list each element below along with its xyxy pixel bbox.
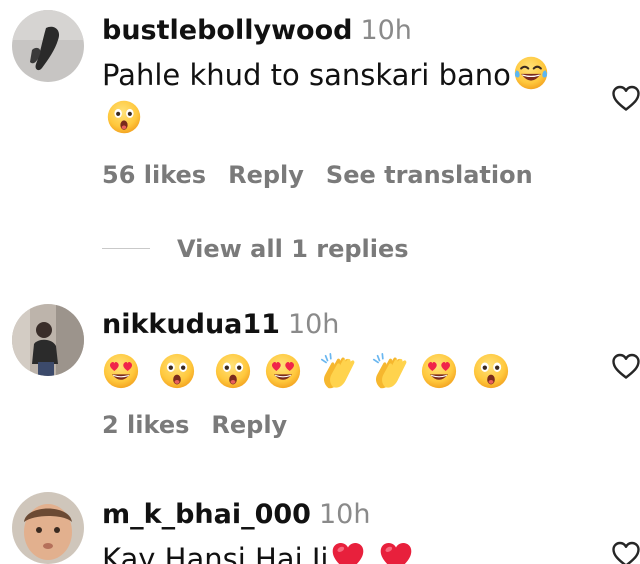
- comment-actions: 2 likes Reply: [102, 410, 309, 440]
- comment-header: nikkudua11 10h: [102, 308, 339, 342]
- comment-header: bustlebollywood 10h: [102, 14, 412, 48]
- shocked-face-emoji: [214, 352, 252, 390]
- comment-text: Pahle khud to sanskari bano: [102, 54, 549, 96]
- heart-eyes-emoji: [420, 352, 458, 390]
- timestamp: 10h: [318, 499, 371, 530]
- view-replies-button[interactable]: View all 1 replies: [177, 232, 409, 266]
- heart-outline-icon[interactable]: [611, 540, 640, 564]
- clapping-hands-emoji: [318, 352, 356, 390]
- comment-m_k_bhai_000: m_k_bhai_000 10h Kay Hansi Hai Ji: [0, 490, 640, 564]
- likes-count[interactable]: 2 likes: [102, 411, 189, 439]
- username[interactable]: bustlebollywood: [102, 15, 352, 46]
- comment-text-body: Kay Hansi Hai Ji: [102, 542, 329, 564]
- timestamp: 10h: [360, 15, 412, 46]
- heart-outline-icon[interactable]: [611, 84, 640, 112]
- timestamp: 10h: [287, 309, 340, 340]
- avatar-bustlebollywood[interactable]: [12, 10, 84, 82]
- comment-header: m_k_bhai_000 10h: [102, 498, 370, 532]
- comment-nikkudua11: nikkudua11 10h 2 likes Reply: [0, 300, 640, 460]
- red-heart-emoji: [330, 539, 366, 564]
- laughing-tears-emoji: [513, 55, 549, 91]
- comment-text-body: Pahle khud to sanskari bano: [102, 58, 511, 92]
- comment-actions: 56 likes Reply See translation: [102, 160, 555, 190]
- clapping-hands-emoji: [370, 352, 408, 390]
- see-translation-button[interactable]: See translation: [326, 161, 533, 189]
- shocked-face-emoji: [472, 352, 510, 390]
- heart-eyes-emoji: [102, 352, 140, 390]
- comment-text: Kay Hansi Hai Ji: [102, 538, 414, 564]
- comment-text: [102, 348, 520, 390]
- reply-button[interactable]: Reply: [211, 411, 287, 439]
- shocked-face-emoji: [158, 352, 196, 390]
- username[interactable]: m_k_bhai_000: [102, 499, 311, 530]
- likes-count[interactable]: 56 likes: [102, 161, 206, 189]
- comment-bustlebollywood: bustlebollywood 10h Pahle khud to sanskar…: [0, 0, 640, 232]
- comment-text-line2: [102, 98, 142, 140]
- heart-outline-icon[interactable]: [611, 352, 640, 380]
- avatar-m_k_bhai_000[interactable]: [12, 492, 84, 564]
- username[interactable]: nikkudua11: [102, 309, 280, 340]
- avatar-nikkudua11[interactable]: [12, 304, 84, 376]
- reply-button[interactable]: Reply: [228, 161, 304, 189]
- red-heart-emoji: [378, 539, 414, 564]
- heart-eyes-emoji: [264, 352, 302, 390]
- replies-divider: [102, 248, 150, 249]
- shocked-face-emoji: [106, 99, 142, 135]
